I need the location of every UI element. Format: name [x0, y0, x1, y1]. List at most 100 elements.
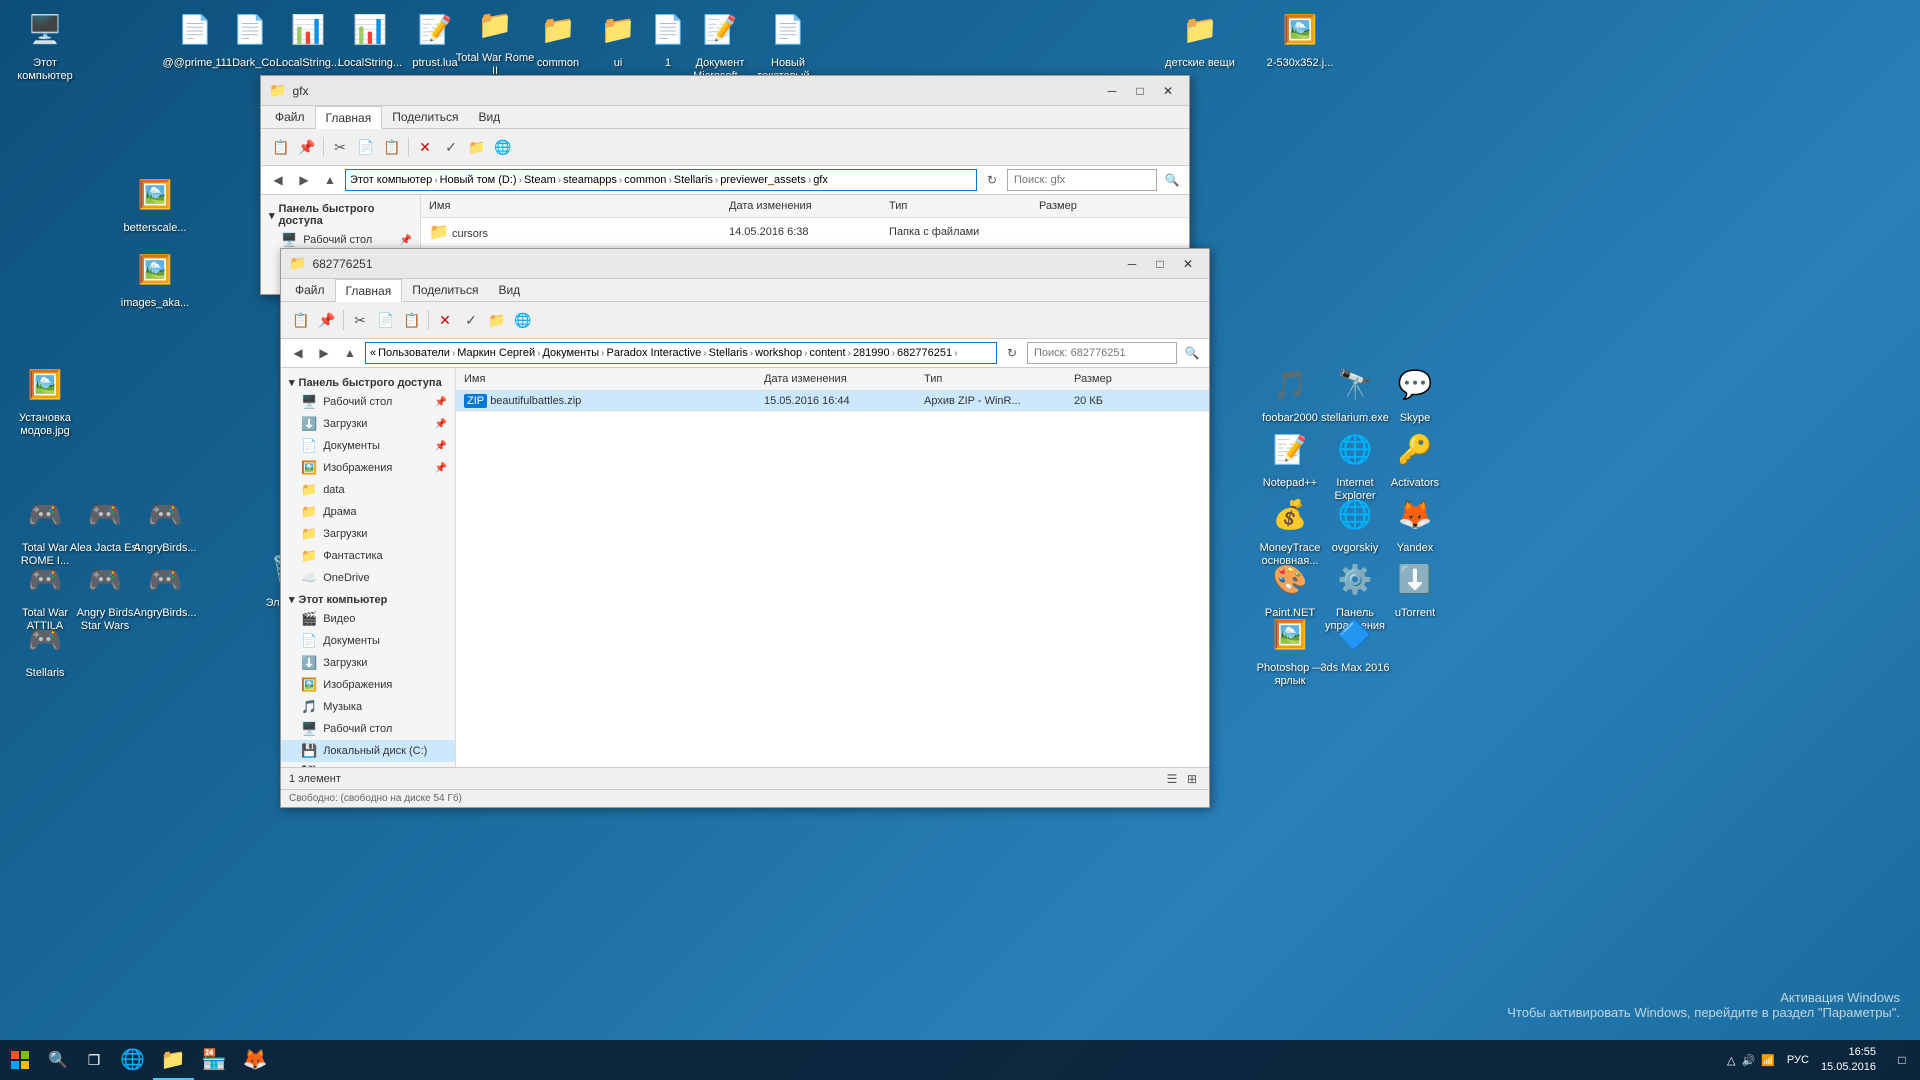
col-name-gfx[interactable]: Имя — [421, 198, 721, 214]
desktop-icon-new-text[interactable]: 📄 Новый текстовый... — [748, 5, 828, 83]
taskbar-browser2[interactable]: 🦊 — [235, 1040, 276, 1080]
new-folder-btn[interactable]: 📁 — [465, 135, 489, 159]
sidebar-img-mod[interactable]: 🖼️ Изображения — [281, 674, 455, 696]
sidebar-drama-mod[interactable]: 📁 Драма — [281, 501, 455, 523]
search-input-gfx[interactable] — [1007, 169, 1157, 191]
col-name-mod[interactable]: Имя — [456, 371, 756, 387]
copy-path-btn[interactable]: 📋 — [269, 135, 293, 159]
sidebar-fantasy-mod[interactable]: 📁 Фантастика — [281, 545, 455, 567]
sidebar-data-mod[interactable]: 📁 data — [281, 479, 455, 501]
refresh-btn-gfx[interactable]: ↻ — [981, 169, 1003, 191]
sidebar-downloads2-mod[interactable]: 📁 Загрузки — [281, 523, 455, 545]
taskbar-store[interactable]: 🏪 — [194, 1040, 235, 1080]
cut-btn[interactable]: ✂ — [328, 135, 352, 159]
tab-view-mod[interactable]: Вид — [488, 279, 530, 301]
sidebar-documents-mod[interactable]: 📄 Документы 📌 — [281, 435, 455, 457]
tab-view-gfx[interactable]: Вид — [468, 106, 510, 128]
tab-home-mod[interactable]: Главная — [335, 279, 403, 302]
minimize-btn-gfx[interactable]: ─ — [1099, 80, 1125, 102]
sidebar-local-c-mod[interactable]: 💾 Локальный диск (C:) — [281, 740, 455, 762]
tray-volume-icon[interactable]: 🔊 — [1742, 1054, 1756, 1067]
forward-btn-gfx[interactable]: ▶ — [293, 169, 315, 191]
tray-network-icon[interactable]: 📶 — [1761, 1054, 1775, 1067]
col-type-gfx[interactable]: Тип — [881, 198, 1031, 214]
sidebar-images-mod[interactable]: 🖼️ Изображения 📌 — [281, 457, 455, 479]
copy-path-btn-mod[interactable]: 📋 — [289, 308, 313, 332]
cut-btn-mod[interactable]: ✂ — [348, 308, 372, 332]
paste-btn[interactable]: 📋 — [380, 135, 404, 159]
tab-file-gfx[interactable]: Файл — [265, 106, 315, 128]
properties-btn-mod[interactable]: 📌 — [315, 308, 339, 332]
paste-btn-mod[interactable]: 📋 — [400, 308, 424, 332]
col-type-mod[interactable]: Тип — [916, 371, 1066, 387]
desktop-icon-this-pc[interactable]: 🖥️ Этот компьютер — [5, 5, 85, 83]
file-row-beautifulbattles[interactable]: ZIP beautifulbattles.zip 15.05.2016 16:4… — [456, 391, 1209, 412]
delete-btn[interactable]: ✕ — [413, 135, 437, 159]
sidebar-desktop2-mod[interactable]: 🖥️ Рабочий стол — [281, 718, 455, 740]
back-btn-mod[interactable]: ◀ — [287, 342, 309, 364]
new-folder-btn-mod[interactable]: 📁 — [485, 308, 509, 332]
sidebar-video-mod[interactable]: 🎬 Видео — [281, 608, 455, 630]
tray-up-arrow[interactable]: △ — [1727, 1054, 1735, 1067]
back-btn-gfx[interactable]: ◀ — [267, 169, 289, 191]
up-btn-gfx[interactable]: ▲ — [319, 169, 341, 191]
task-view-btn[interactable]: ❐ — [76, 1042, 112, 1078]
pin-icon-1[interactable]: 📌 — [400, 235, 412, 246]
address-breadcrumb-gfx[interactable]: Этот компьютер› Новый том (D:)› Steam› s… — [345, 169, 977, 191]
rename-btn-mod[interactable]: ✓ — [459, 308, 483, 332]
close-btn-gfx[interactable]: ✕ — [1155, 80, 1181, 102]
tab-home-gfx[interactable]: Главная — [315, 106, 383, 129]
tab-file-mod[interactable]: Файл — [285, 279, 335, 301]
col-size-gfx[interactable]: Размер — [1031, 198, 1131, 214]
desktop-icon-stellaris[interactable]: 🎮 Stellaris — [5, 615, 85, 680]
search-input-mod[interactable] — [1027, 342, 1177, 364]
file-row-cursors[interactable]: 📁 cursors 14.05.2016 6:38 Папка с файлам… — [421, 218, 1189, 247]
copy-btn-mod[interactable]: 📄 — [374, 308, 398, 332]
search-btn-gfx[interactable]: 🔍 — [1161, 169, 1183, 191]
details-view-btn[interactable]: ⊞ — [1183, 770, 1201, 788]
desktop-icon-ustanovka[interactable]: 🖼️ Установка модов.jpg — [5, 360, 85, 438]
desktop-icon-detskie[interactable]: 📁 детские вещи — [1160, 5, 1240, 70]
globe-btn[interactable]: 🌐 — [491, 135, 515, 159]
sidebar-downloads-mod[interactable]: ⬇️ Загрузки 📌 — [281, 413, 455, 435]
desktop-icon-images-aka[interactable]: 🖼️ images_aka... — [115, 245, 195, 310]
start-button[interactable] — [0, 1040, 40, 1080]
tab-share-gfx[interactable]: Поделиться — [382, 106, 468, 128]
rename-btn[interactable]: ✓ — [439, 135, 463, 159]
taskbar-explorer[interactable]: 📁 — [153, 1040, 194, 1080]
taskbar-clock[interactable]: 16:55 15.05.2016 — [1813, 1045, 1884, 1076]
maximize-btn-gfx[interactable]: □ — [1127, 80, 1153, 102]
desktop-icon-skype[interactable]: 💬 Skype — [1375, 360, 1455, 425]
maximize-btn-mod[interactable]: □ — [1147, 253, 1173, 275]
col-size-mod[interactable]: Размер — [1066, 371, 1166, 387]
search-taskbar-btn[interactable]: 🔍 — [40, 1042, 76, 1078]
address-breadcrumb-mod[interactable]: « Пользователи› Маркин Сергей› Документы… — [365, 342, 997, 364]
sidebar-docs-mod[interactable]: 📄 Документы — [281, 630, 455, 652]
desktop-icon-angry-birds-1[interactable]: 🎮 AngryBirds... — [125, 490, 205, 555]
list-view-btn[interactable]: ☰ — [1163, 770, 1181, 788]
notification-btn[interactable]: □ — [1884, 1042, 1920, 1078]
col-date-gfx[interactable]: Дата изменения — [721, 198, 881, 214]
desktop-icon-angry-birds-2[interactable]: 🎮 AngryBirds... — [125, 555, 205, 620]
desktop-icon-yandex[interactable]: 🦊 Yandex — [1375, 490, 1455, 555]
tab-share-mod[interactable]: Поделиться — [402, 279, 488, 301]
sidebar-desktop-mod[interactable]: 🖥️ Рабочий стол 📌 — [281, 391, 455, 413]
delete-btn-mod[interactable]: ✕ — [433, 308, 457, 332]
forward-btn-mod[interactable]: ▶ — [313, 342, 335, 364]
desktop-icon-530x352[interactable]: 🖼️ 2-530x352.j... — [1260, 5, 1340, 70]
taskbar-edge[interactable]: 🌐 — [112, 1040, 153, 1080]
properties-btn[interactable]: 📌 — [295, 135, 319, 159]
language-indicator[interactable]: РУС — [1783, 1054, 1813, 1066]
minimize-btn-mod[interactable]: ─ — [1119, 253, 1145, 275]
col-date-mod[interactable]: Дата изменения — [756, 371, 916, 387]
close-btn-mod[interactable]: ✕ — [1175, 253, 1201, 275]
desktop-icon-3dsmax[interactable]: 🔷 3ds Max 2016 — [1315, 610, 1395, 675]
search-btn-mod[interactable]: 🔍 — [1181, 342, 1203, 364]
up-btn-mod[interactable]: ▲ — [339, 342, 361, 364]
refresh-btn-mod[interactable]: ↻ — [1001, 342, 1023, 364]
desktop-icon-betterscale[interactable]: 🖼️ betterscale... — [115, 170, 195, 235]
globe-btn-mod[interactable]: 🌐 — [511, 308, 535, 332]
desktop-icon-activators[interactable]: 🔑 Activators — [1375, 425, 1455, 490]
sidebar-music-mod[interactable]: 🎵 Музыка — [281, 696, 455, 718]
copy-btn[interactable]: 📄 — [354, 135, 378, 159]
